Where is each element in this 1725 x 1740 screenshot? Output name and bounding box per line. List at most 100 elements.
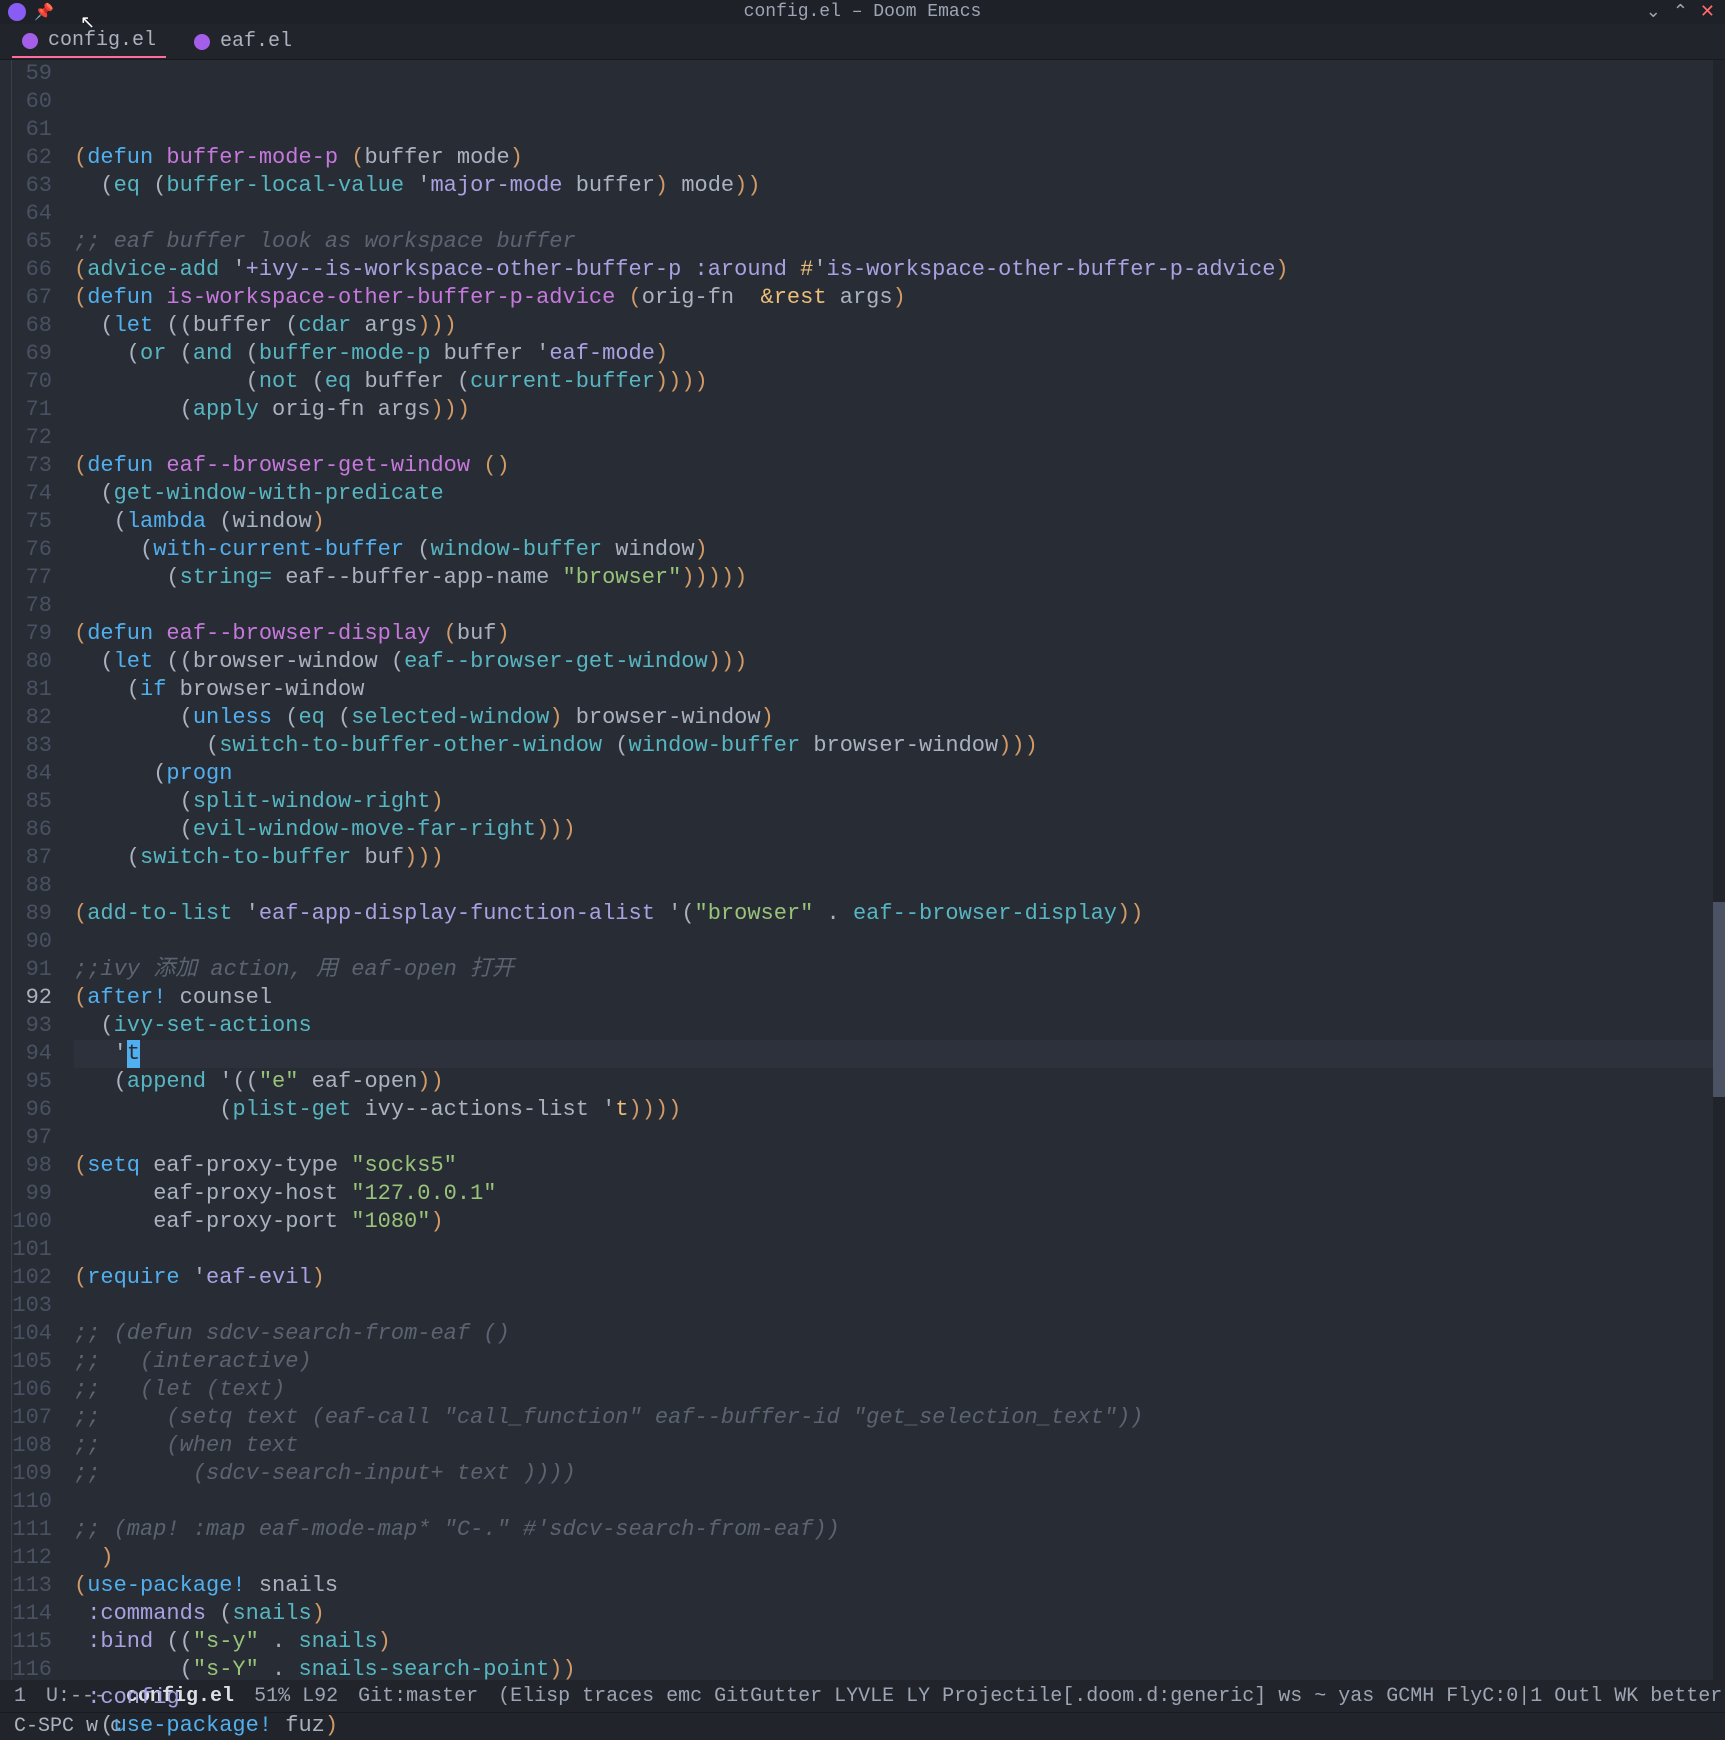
code-line[interactable]: eaf-proxy-host "127.0.0.1" [74,1180,1725,1208]
line-number: 94 [12,1040,52,1068]
code-line[interactable]: (evil-window-move-far-right))) [74,816,1725,844]
code-line[interactable]: ;; (sdcv-search-input+ text )))) [74,1460,1725,1488]
line-number: 114 [12,1600,52,1628]
code-line[interactable]: (eq (buffer-local-value 'major-mode buff… [74,172,1725,200]
code-line[interactable]: ;; (when text [74,1432,1725,1460]
code-line[interactable]: (defun buffer-mode-p (buffer mode) [74,144,1725,172]
line-number: 113 [12,1572,52,1600]
code-line[interactable]: (let ((browser-window (eaf--browser-get-… [74,648,1725,676]
code-line[interactable] [74,592,1725,620]
code-line[interactable]: ;; (defun sdcv-search-from-eaf () [74,1320,1725,1348]
code-line[interactable]: (unless (eq (selected-window) browser-wi… [74,704,1725,732]
code-line[interactable]: eaf-proxy-port "1080") [74,1208,1725,1236]
line-number: 107 [12,1404,52,1432]
code-line[interactable]: (get-window-with-predicate [74,480,1725,508]
line-number: 109 [12,1460,52,1488]
code-line[interactable]: (ivy-set-actions [74,1012,1725,1040]
line-number: 75 [12,508,52,536]
code-line[interactable] [74,200,1725,228]
code-line[interactable]: (not (eq buffer (current-buffer)))) [74,368,1725,396]
minimize-icon[interactable]: ⌄ [1646,1,1661,23]
line-number: 82 [12,704,52,732]
code-line[interactable] [74,1124,1725,1152]
tab-label: eaf.el [220,30,292,53]
line-number: 92 [12,984,52,1012]
line-number: 110 [12,1488,52,1516]
scroll-thumb[interactable] [1713,902,1725,1096]
code-line[interactable] [74,928,1725,956]
code-line[interactable] [74,1236,1725,1264]
code-line[interactable]: ;; eaf buffer look as workspace buffer [74,228,1725,256]
line-number: 83 [12,732,52,760]
line-number: 98 [12,1152,52,1180]
code-line[interactable]: (defun eaf--browser-display (buf) [74,620,1725,648]
tab-label: config.el [48,29,156,52]
code-line[interactable]: ;; (let (text) [74,1376,1725,1404]
code-line[interactable]: ;;ivy 添加 action, 用 eaf-open 打开 [74,956,1725,984]
code-line[interactable]: (switch-to-buffer-other-window (window-b… [74,732,1725,760]
line-number: 102 [12,1264,52,1292]
code-line[interactable]: (string= eaf--buffer-app-name "browser")… [74,564,1725,592]
code-line[interactable]: (add-to-list 'eaf-app-display-function-a… [74,900,1725,928]
line-number: 93 [12,1012,52,1040]
maximize-icon[interactable]: ⌃ [1673,1,1688,23]
pin-icon[interactable]: 📌 [34,2,54,22]
editor-area[interactable]: 5960616263646566676869707172737475767778… [0,60,1725,1680]
line-number: 61 [12,116,52,144]
code-line[interactable]: (apply orig-fn args))) [74,396,1725,424]
code-line[interactable]: 't [74,1040,1725,1068]
code-line[interactable]: (if browser-window [74,676,1725,704]
line-number: 106 [12,1376,52,1404]
code-line[interactable]: (advice-add '+ivy--is-workspace-other-bu… [74,256,1725,284]
line-number: 85 [12,788,52,816]
code-area[interactable]: (defun buffer-mode-p (buffer mode) (eq (… [62,60,1725,1680]
line-number: 69 [12,340,52,368]
code-line[interactable] [74,1488,1725,1516]
code-line[interactable]: (use-package! fuz) [74,1712,1725,1740]
scrollbar[interactable] [1713,60,1725,1680]
code-line[interactable] [74,116,1725,144]
code-line[interactable]: (append '(("e" eaf-open)) [74,1068,1725,1096]
code-line[interactable]: (use-package! snails [74,1572,1725,1600]
code-line[interactable]: (after! counsel [74,984,1725,1012]
code-line[interactable]: :config [74,1684,1725,1712]
line-number: 67 [12,284,52,312]
code-line[interactable] [74,424,1725,452]
code-line[interactable]: ) [74,1544,1725,1572]
line-number: 62 [12,144,52,172]
code-line[interactable]: (switch-to-buffer buf))) [74,844,1725,872]
code-line[interactable] [74,872,1725,900]
close-icon[interactable]: ✕ [1700,1,1715,23]
code-line[interactable]: (defun eaf--browser-get-window () [74,452,1725,480]
line-number: 103 [12,1292,52,1320]
code-line[interactable]: (plist-get ivy--actions-list 't)))) [74,1096,1725,1124]
code-line[interactable]: (or (and (buffer-mode-p buffer 'eaf-mode… [74,340,1725,368]
code-line[interactable]: ;; (interactive) [74,1348,1725,1376]
code-line[interactable]: (let ((buffer (cdar args))) [74,312,1725,340]
line-number-gutter: 5960616263646566676869707172737475767778… [12,60,62,1680]
line-number: 80 [12,648,52,676]
fold-column [0,60,12,1680]
code-line[interactable]: (lambda (window) [74,508,1725,536]
code-line[interactable]: ("s-Y" . snails-search-point)) [74,1656,1725,1684]
code-line[interactable]: (require 'eaf-evil) [74,1264,1725,1292]
titlebar: 📌 ↖ config.el – Doom Emacs ⌄ ⌃ ✕ [0,0,1725,24]
elisp-file-icon [22,33,38,49]
tab-config-el[interactable]: config.el [12,25,166,58]
code-line[interactable]: (progn [74,760,1725,788]
code-line[interactable]: :bind (("s-y" . snails) [74,1628,1725,1656]
line-number: 64 [12,200,52,228]
code-line[interactable] [74,1292,1725,1320]
code-line[interactable]: (setq eaf-proxy-type "socks5" [74,1152,1725,1180]
window-controls: ⌄ ⌃ ✕ [1646,1,1715,23]
code-line[interactable]: (defun is-workspace-other-buffer-p-advic… [74,284,1725,312]
line-number: 78 [12,592,52,620]
code-line[interactable]: ;; (map! :map eaf-mode-map* "C-." #'sdcv… [74,1516,1725,1544]
modeline-column: 1 [14,1685,26,1708]
code-line[interactable]: (split-window-right) [74,788,1725,816]
window-title: config.el – Doom Emacs [744,2,982,22]
code-line[interactable]: ;; (setq text (eaf-call "call_function" … [74,1404,1725,1432]
code-line[interactable]: (with-current-buffer (window-buffer wind… [74,536,1725,564]
tab-eaf-el[interactable]: eaf.el [184,26,302,57]
code-line[interactable]: :commands (snails) [74,1600,1725,1628]
